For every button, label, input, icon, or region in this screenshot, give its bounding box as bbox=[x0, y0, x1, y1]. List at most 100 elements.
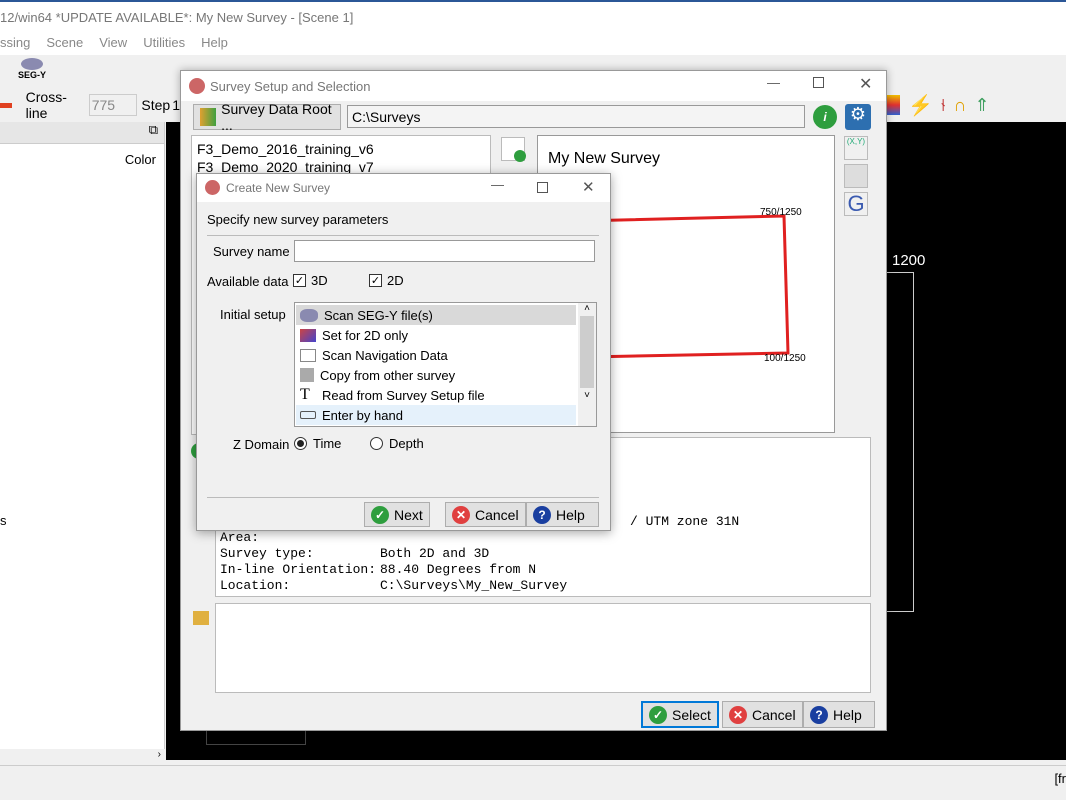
check-icon: ✓ bbox=[371, 505, 389, 524]
radio-time[interactable]: Time bbox=[294, 436, 341, 451]
tree-item[interactable]: s bbox=[0, 513, 7, 528]
radio-depth[interactable]: Depth bbox=[370, 436, 424, 451]
root-button-label: Survey Data Root ... bbox=[221, 101, 332, 133]
help-label: Help bbox=[556, 506, 585, 523]
menu-scene[interactable]: Scene bbox=[46, 35, 83, 50]
menu-utilities[interactable]: Utilities bbox=[143, 35, 185, 50]
fault-icon[interactable]: ⫮ bbox=[941, 95, 946, 116]
scroll-thumb[interactable] bbox=[580, 316, 594, 388]
check-icon: ✓ bbox=[293, 274, 306, 287]
menu-bar: ssing Scene View Utilities Help bbox=[0, 30, 1066, 55]
help-icon: ? bbox=[810, 705, 828, 724]
maximize-button[interactable] bbox=[537, 182, 548, 193]
help-label: Help bbox=[833, 706, 862, 723]
keyboard-icon bbox=[300, 411, 316, 419]
setup-title-bar: Survey Setup and Selection — ✕ bbox=[181, 71, 886, 101]
setup-option-copy[interactable]: Copy from other survey bbox=[296, 365, 576, 385]
google-export-icon[interactable]: G bbox=[844, 192, 868, 216]
horizon-icon[interactable]: ⚡ bbox=[908, 93, 933, 118]
survey-data-root-button[interactable]: Survey Data Root ... bbox=[193, 101, 341, 133]
app-icon bbox=[189, 78, 205, 94]
create-title: Create New Survey bbox=[226, 181, 331, 195]
setup-option-scan-navigation[interactable]: Scan Navigation Data bbox=[296, 345, 576, 365]
segy-label: SEG-Y bbox=[18, 70, 47, 80]
navigation-icon bbox=[300, 348, 316, 362]
list-scrollbar[interactable]: ˄ ˅ bbox=[578, 303, 596, 426]
step-label: Step bbox=[141, 97, 171, 113]
survey-list-item[interactable]: F3_Demo_2016_training_v6 bbox=[197, 140, 485, 158]
maximize-button[interactable] bbox=[813, 77, 824, 88]
check-icon: ✓ bbox=[369, 274, 382, 287]
help-icon: ? bbox=[533, 505, 551, 524]
color-column-header[interactable]: Color bbox=[125, 152, 156, 167]
survey-box-wireframe bbox=[884, 272, 914, 612]
menu-view[interactable]: View bbox=[99, 35, 127, 50]
close-button[interactable]: ✕ bbox=[582, 178, 595, 196]
minimize-button[interactable]: — bbox=[491, 177, 504, 192]
z-domain-label: Z Domain bbox=[233, 437, 290, 452]
corner-label-top: 750/1250 bbox=[760, 207, 802, 218]
crossline-spinner[interactable]: 775 bbox=[88, 94, 138, 116]
status-text: [fr bbox=[1054, 771, 1066, 786]
option-label: Read from Survey Setup file bbox=[322, 387, 485, 403]
select-label: Select bbox=[672, 706, 711, 723]
arrows-icon[interactable]: ⇑ bbox=[974, 95, 989, 116]
next-button[interactable]: ✓ Next bbox=[364, 502, 430, 527]
available-data-label: Available data bbox=[207, 274, 289, 289]
option-label: Set for 2D only bbox=[322, 327, 408, 343]
select-button[interactable]: ✓ Select bbox=[641, 701, 719, 728]
right-toolbar-icons: ⚡ ⫮ ∩ ⇑ bbox=[886, 92, 1036, 118]
info-icon[interactable]: i bbox=[813, 105, 837, 129]
setup-option-enter-by-hand[interactable]: Enter by hand bbox=[296, 405, 576, 425]
crossline-label: Cross-line bbox=[25, 89, 67, 121]
root-path-field[interactable]: C:\Surveys bbox=[347, 105, 805, 128]
step-field[interactable]: 1 bbox=[172, 97, 180, 113]
segy-icon bbox=[21, 58, 43, 70]
close-button[interactable]: ✕ bbox=[859, 74, 872, 94]
divider bbox=[207, 497, 599, 498]
setup-option-read-file[interactable]: T Read from Survey Setup file bbox=[296, 385, 576, 405]
corner-label-bottom: 100/1250 bbox=[764, 353, 806, 364]
horizontal-scrollbar[interactable]: › bbox=[0, 749, 165, 765]
cancel-button[interactable]: ✕ Cancel bbox=[445, 502, 526, 527]
option-label: Copy from other survey bbox=[320, 367, 456, 383]
body-icon[interactable]: ∩ bbox=[954, 95, 967, 116]
setup-title: Survey Setup and Selection bbox=[210, 79, 371, 94]
radio-empty-icon bbox=[370, 437, 383, 450]
create-title-bar: Create New Survey — ✕ bbox=[197, 174, 610, 202]
status-bar: [fr bbox=[0, 765, 1066, 800]
scroll-up-icon[interactable]: ˄ bbox=[578, 303, 596, 314]
3d-label: 3D bbox=[311, 273, 328, 288]
info-line: Location: C:\Surveys\My_New_Survey bbox=[220, 578, 568, 593]
color-bar-icon[interactable] bbox=[886, 95, 900, 115]
settings-icon[interactable]: ⚙ bbox=[845, 104, 871, 130]
help-button[interactable]: ? Help bbox=[803, 701, 875, 728]
2d-line-icon bbox=[300, 328, 316, 342]
cancel-button[interactable]: ✕ Cancel bbox=[722, 701, 803, 728]
notes-textarea[interactable] bbox=[215, 603, 871, 693]
checkbox-2d[interactable]: ✓ 2D bbox=[369, 273, 404, 288]
radio-selected-icon bbox=[294, 437, 307, 450]
survey-name-input[interactable] bbox=[294, 240, 595, 262]
setup-option-2d-only[interactable]: Set for 2D only bbox=[296, 325, 576, 345]
menu-processing[interactable]: ssing bbox=[0, 35, 30, 50]
segy-tool[interactable]: SEG-Y bbox=[18, 58, 46, 80]
2d-label: 2D bbox=[387, 273, 404, 288]
minimize-button[interactable]: — bbox=[767, 75, 780, 90]
depth-label: Depth bbox=[389, 436, 424, 451]
time-label: Time bbox=[313, 436, 342, 451]
checkbox-3d[interactable]: ✓ 3D bbox=[293, 273, 328, 288]
scroll-down-icon[interactable]: ˅ bbox=[578, 390, 596, 401]
help-button[interactable]: ? Help bbox=[526, 502, 599, 527]
xy-convert-icon[interactable]: (X,Y) bbox=[844, 136, 868, 160]
red-bar-icon bbox=[0, 102, 12, 108]
initial-setup-list[interactable]: Scan SEG-Y file(s) Set for 2D only Scan … bbox=[294, 302, 597, 427]
info-line: Area: bbox=[220, 530, 260, 545]
setup-option-scan-segy[interactable]: Scan SEG-Y file(s) bbox=[296, 305, 576, 325]
clipboard-icon[interactable] bbox=[844, 164, 868, 188]
menu-help[interactable]: Help bbox=[201, 35, 228, 50]
new-survey-icon[interactable] bbox=[501, 137, 526, 162]
undock-icon[interactable]: ⧉ bbox=[0, 122, 164, 144]
tree-panel: ⧉ Color s › bbox=[0, 122, 165, 765]
main-title-bar: 12/win64 *UPDATE AVAILABLE*: My New Surv… bbox=[0, 0, 1066, 30]
